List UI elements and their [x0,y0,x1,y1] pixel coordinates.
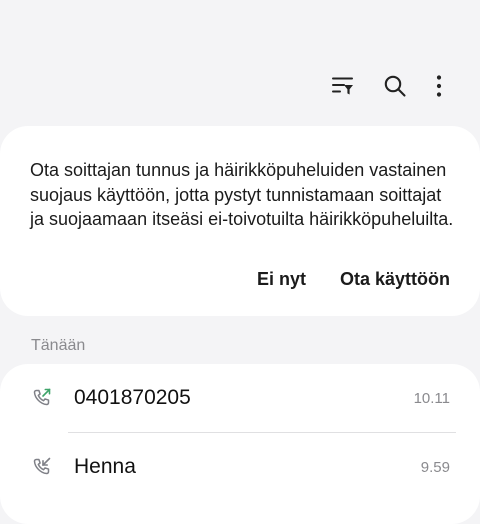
call-time: 9.59 [420,459,450,476]
call-time: 10.11 [413,390,450,407]
more-vertical-icon [436,75,442,97]
search-button[interactable] [375,66,415,106]
outgoing-call-icon [33,388,51,406]
call-log-list: 0401870205 10.11 Henna 9.59 [0,364,480,524]
contact-name: Henna [74,455,136,478]
banner-actions: Ei nyt Ota käyttöön [257,269,450,290]
not-now-button[interactable]: Ei nyt [257,269,306,290]
filter-list-icon [332,77,353,95]
more-options-button[interactable] [419,66,459,106]
top-toolbar [0,66,480,110]
banner-message: Ota soittajan tunnus ja häirikköpuheluid… [30,160,454,229]
search-icon [384,75,406,97]
incoming-call-icon [33,457,51,475]
contact-name: 0401870205 [74,386,191,409]
filter-button[interactable] [323,66,363,106]
caller-id-banner: Ota soittajan tunnus ja häirikköpuheluid… [0,126,480,316]
enable-button[interactable]: Ota käyttöön [340,269,450,290]
section-header-today: Tänään [31,337,86,354]
call-log-item[interactable]: Henna 9.59 [0,433,480,501]
call-log-item[interactable]: 0401870205 10.11 [0,364,480,433]
